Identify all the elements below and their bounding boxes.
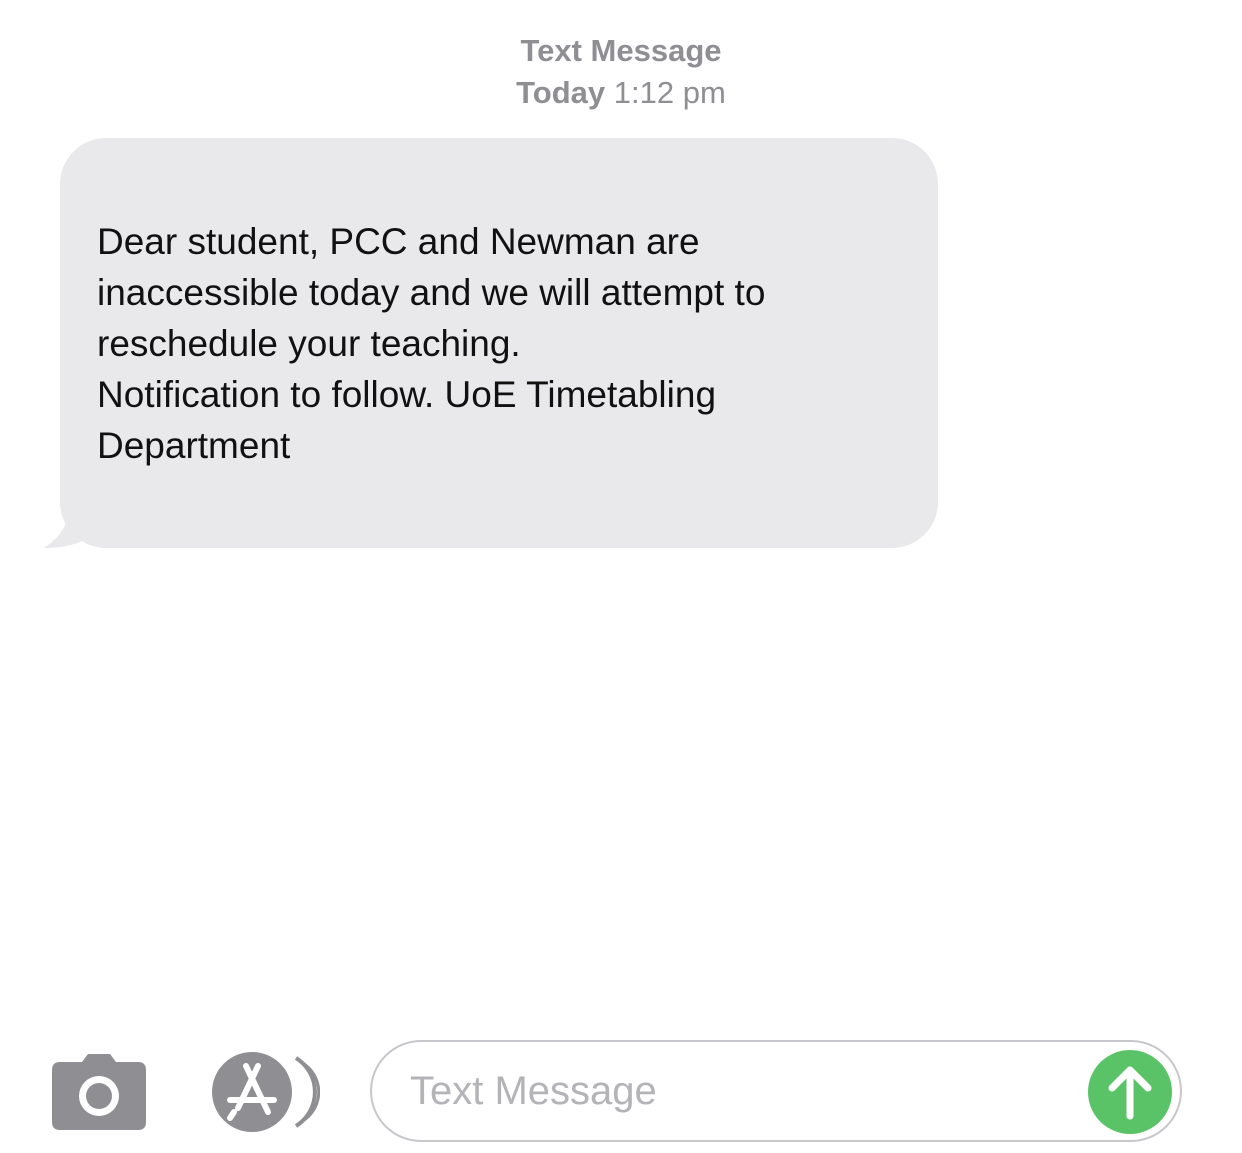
message-line: inaccessible today and we will attempt t… — [97, 272, 766, 313]
camera-button[interactable] — [52, 1054, 146, 1130]
send-button[interactable] — [1088, 1050, 1172, 1134]
arrow-up-icon — [1088, 1050, 1172, 1134]
message-line: Dear student, PCC and Newman are — [97, 221, 700, 262]
app-store-icon — [212, 1052, 321, 1132]
timestamp-time: 1:12 pm — [613, 75, 726, 110]
message-input-field[interactable] — [370, 1040, 1182, 1142]
camera-icon — [52, 1054, 146, 1130]
message-composer — [0, 1030, 1242, 1153]
message-timestamp: Today 1:12 pm — [0, 72, 1242, 114]
conversation-header: Text Message Today 1:12 pm — [0, 30, 1242, 114]
incoming-message[interactable]: Dear student, PCC and Newman are inacces… — [44, 138, 940, 550]
app-store-button[interactable] — [208, 1050, 321, 1134]
message-input[interactable] — [410, 1060, 1070, 1122]
timestamp-day: Today — [516, 75, 606, 110]
message-bubble[interactable]: Dear student, PCC and Newman are inacces… — [60, 138, 938, 548]
message-line: Department — [97, 425, 291, 466]
message-service-label: Text Message — [520, 33, 722, 68]
message-line: reschedule your teaching. — [97, 323, 521, 364]
message-line: Notification to follow. UoE Timetabling — [97, 374, 717, 415]
